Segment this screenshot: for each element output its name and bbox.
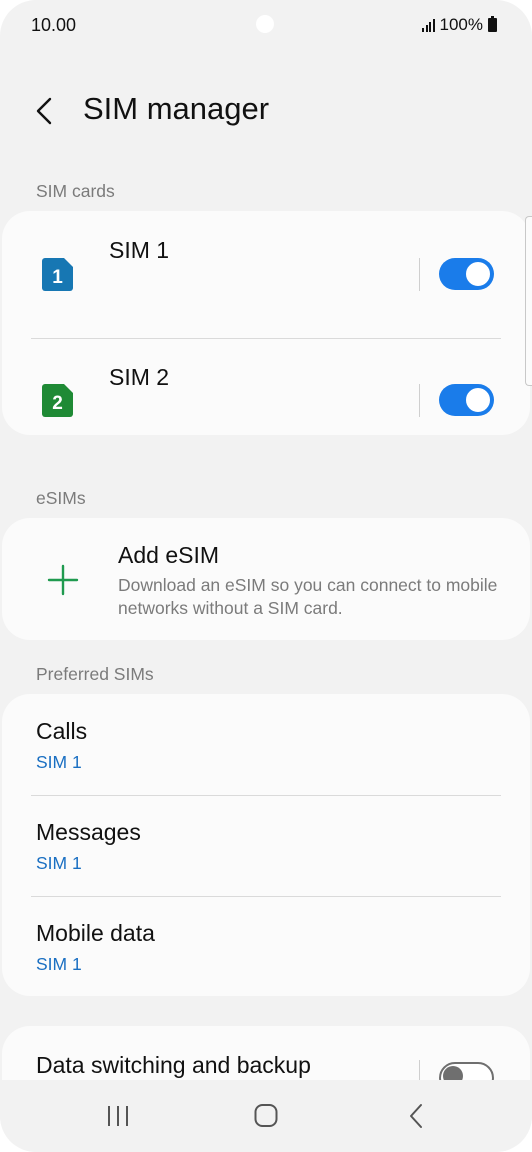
recents-icon bbox=[108, 1106, 128, 1126]
back-arrow-icon bbox=[36, 97, 52, 125]
battery-percent: 100% bbox=[439, 15, 483, 34]
preferred-value: SIM 1 bbox=[36, 954, 82, 974]
preferred-title: Mobile data bbox=[36, 920, 155, 946]
sim-cards-card: 1 SIM 1 2 SIM 2 bbox=[2, 211, 530, 435]
sim-card-icon: 1 bbox=[42, 258, 73, 291]
add-esim-row[interactable]: Add eSIM Download an eSIM so you can con… bbox=[2, 518, 530, 640]
preferred-title: Calls bbox=[36, 718, 88, 744]
data-switching-title: Data switching and backup bbox=[36, 1052, 311, 1078]
phone-screen: 10.00 100% SIM manager SIM cards 1 SIM 1 bbox=[0, 0, 532, 1152]
app-header: SIM manager bbox=[0, 85, 532, 139]
preferred-value: SIM 1 bbox=[36, 752, 82, 772]
preferred-title: Messages bbox=[36, 819, 141, 845]
sim-name: SIM 1 bbox=[109, 237, 170, 263]
sim-number: 2 bbox=[52, 393, 63, 414]
recents-button[interactable] bbox=[98, 1098, 138, 1134]
plus-icon bbox=[47, 564, 79, 596]
preferred-row-calls[interactable]: Calls SIM 1 bbox=[2, 694, 530, 794]
section-label-sim-cards: SIM cards bbox=[36, 181, 115, 201]
sim-row-2[interactable]: 2 SIM 2 bbox=[2, 339, 530, 464]
preferred-row-mobile-data[interactable]: Mobile data SIM 1 bbox=[2, 896, 530, 996]
home-icon bbox=[254, 1104, 278, 1127]
sim-name: SIM 2 bbox=[109, 364, 170, 390]
add-esim-description: Download an eSIM so you can connect to m… bbox=[118, 575, 498, 618]
section-label-preferred-sims: Preferred SIMs bbox=[36, 664, 154, 684]
preferred-value: SIM 1 bbox=[36, 853, 82, 873]
status-indicators: 100% bbox=[422, 15, 497, 35]
signal-icon bbox=[422, 18, 435, 32]
preferred-sims-card: Calls SIM 1 Messages SIM 1 Mobile data S… bbox=[2, 694, 530, 996]
back-button[interactable] bbox=[26, 91, 66, 131]
section-label-esims: eSIMs bbox=[36, 488, 86, 508]
sim-row-1[interactable]: 1 SIM 1 bbox=[2, 211, 530, 336]
add-esim-title: Add eSIM bbox=[118, 542, 219, 568]
sim-number: 1 bbox=[52, 267, 63, 288]
navigation-bar bbox=[0, 1080, 532, 1152]
battery-icon bbox=[488, 16, 497, 32]
vertical-divider bbox=[419, 384, 420, 417]
preferred-row-messages[interactable]: Messages SIM 1 bbox=[2, 795, 530, 895]
nav-back-button[interactable] bbox=[396, 1098, 436, 1134]
sim-card-icon: 2 bbox=[42, 384, 73, 417]
status-bar: 10.00 100% bbox=[0, 0, 532, 52]
page-title: SIM manager bbox=[83, 91, 270, 126]
front-camera bbox=[256, 15, 274, 33]
scrollbar[interactable] bbox=[525, 216, 532, 386]
status-time: 10.00 bbox=[31, 15, 77, 35]
vertical-divider bbox=[419, 258, 420, 291]
sim-2-toggle[interactable] bbox=[439, 384, 494, 416]
home-button[interactable] bbox=[246, 1098, 286, 1134]
sim-1-toggle[interactable] bbox=[439, 258, 494, 290]
back-icon bbox=[410, 1104, 422, 1128]
